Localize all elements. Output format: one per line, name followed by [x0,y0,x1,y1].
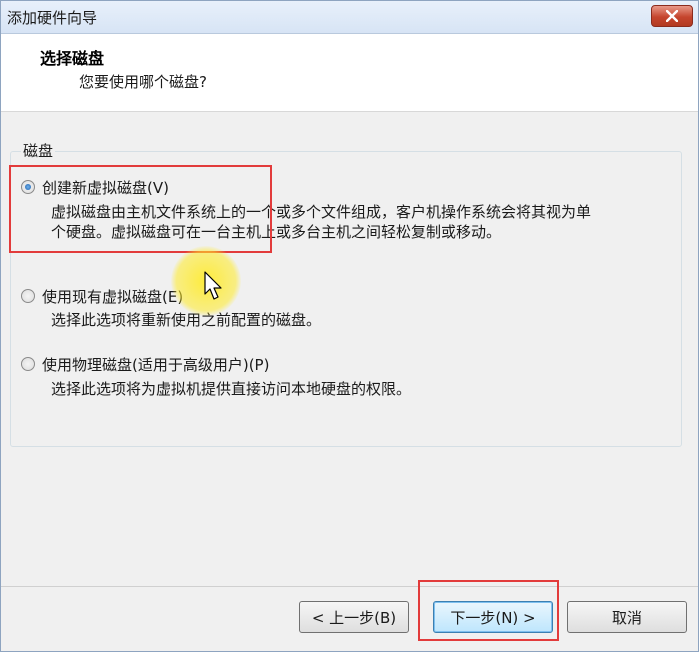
create-new-disk-description-line1: 虚拟磁盘由主机文件系统上的一个或多个文件组成，客户机操作系统会将其视为单 [51,203,592,221]
create-new-disk-description-line2: 个硬盘。虚拟磁盘可在一台主机上或多台主机之间轻松复制或移动。 [51,223,502,241]
use-existing-disk-description: 选择此选项将重新使用之前配置的磁盘。 [51,311,322,329]
footer-divider [1,586,698,587]
page-subtitle: 您要使用哪个磁盘? [79,73,207,91]
title-bar[interactable]: 添加硬件向导 [1,1,698,34]
wizard-header: 选择磁盘 您要使用哪个磁盘? [1,34,698,112]
use-physical-disk-radio[interactable] [21,357,35,371]
next-button[interactable]: 下一步(N) > [433,601,553,633]
use-existing-disk-label[interactable]: 使用现有虚拟磁盘(E) [42,286,183,307]
use-physical-disk-label[interactable]: 使用物理磁盘(适用于高级用户)(P) [42,354,269,375]
use-existing-disk-radio[interactable] [21,289,35,303]
back-button[interactable]: < 上一步(B) [299,601,409,633]
close-icon [666,10,678,22]
disk-group-label: 磁盘 [21,140,56,161]
add-hardware-wizard-window: 添加硬件向导 选择磁盘 您要使用哪个磁盘? 磁盘 创建新虚拟磁盘(V) 虚拟磁盘… [0,0,699,652]
page-title: 选择磁盘 [40,49,105,68]
create-new-disk-label[interactable]: 创建新虚拟磁盘(V) [42,177,169,198]
close-button[interactable] [651,5,693,27]
create-new-disk-radio[interactable] [21,180,35,194]
cancel-button[interactable]: 取消 [567,601,687,633]
window-title: 添加硬件向导 [7,9,98,27]
use-physical-disk-description: 选择此选项将为虚拟机提供直接访问本地硬盘的权限。 [51,380,412,398]
